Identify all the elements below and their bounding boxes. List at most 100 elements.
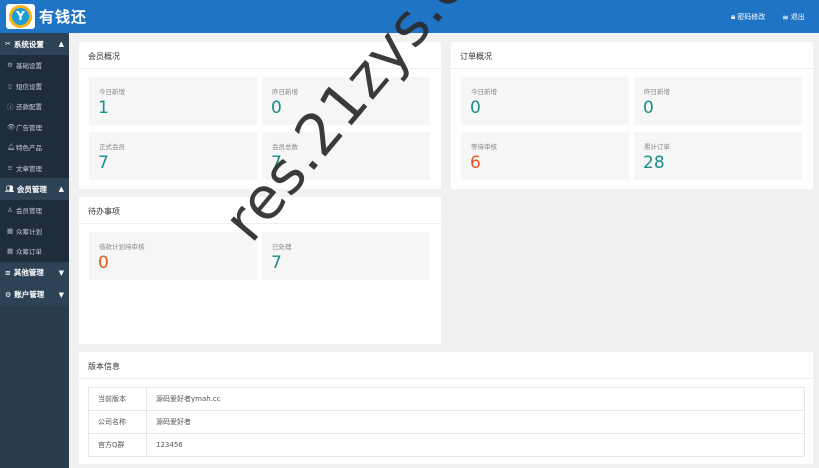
- sidebar-group-label: 系统设置: [13, 39, 44, 49]
- sidebar-group-account-management[interactable]: ⚙ 账户管理 ▼: [0, 283, 69, 306]
- stat-value: 0: [98, 253, 109, 273]
- stat-label: 累计订单: [644, 143, 670, 151]
- sidebar-item-label: 基础设置: [16, 62, 42, 71]
- sidebar-item-label: 广告管理: [16, 123, 42, 132]
- caret-down-icon: ▼: [58, 268, 64, 277]
- stat-label: 昨日新增: [644, 88, 670, 96]
- logout-link[interactable]: ≡ 退出: [782, 12, 805, 22]
- stat-value: 7: [98, 153, 109, 173]
- change-password-label: 密码修改: [737, 13, 766, 21]
- eye-icon: 👁︎: [7, 122, 16, 131]
- table-key: 当前版本: [88, 387, 147, 411]
- sidebar-item-crowdfunding-orders[interactable]: ▦ 众筹订单: [0, 241, 69, 262]
- sidebar-item-label: 特色产品: [16, 144, 42, 153]
- table-row: 当前版本 源码爱好者ymah.cc: [88, 387, 805, 411]
- table-key: 官方Q群: [88, 433, 147, 457]
- stat-value: 28: [643, 153, 665, 173]
- stat-card-today-new: 今日新增 1: [89, 77, 257, 125]
- sidebar-item-repayment-config[interactable]: ⓘ 还款配置: [0, 96, 69, 117]
- stat-label: 今日新增: [471, 88, 497, 96]
- users-icon: 👥︎: [5, 185, 14, 193]
- sidebar-group-system-settings[interactable]: ✂ 系统设置 ▲: [0, 33, 69, 55]
- divider: [79, 68, 441, 69]
- stat-value: 0: [643, 98, 654, 118]
- stat-value: 7: [271, 153, 282, 173]
- stat-card-loan-plan-pending[interactable]: 借款计划待审核 0: [89, 232, 257, 280]
- todo-panel: 待办事项 借款计划待审核 0 已处理 7: [79, 197, 441, 344]
- caret-down-icon: ▼: [58, 290, 64, 299]
- grid-icon: ▦: [7, 247, 14, 256]
- stat-card-total-members: 会员总数 7: [262, 132, 430, 180]
- app-title: 有钱还: [39, 8, 88, 26]
- stat-label: 已处理: [272, 243, 292, 251]
- stat-label: 正式会员: [99, 143, 125, 151]
- stat-card-today-new: 今日新增 0: [461, 77, 629, 125]
- logo-icon: [9, 5, 32, 28]
- sidebar-group-label: 其他管理: [13, 268, 44, 277]
- stat-card-pending-review: 等待审核 6: [461, 132, 629, 180]
- stat-value: 0: [470, 98, 481, 118]
- table-row: 官方Q群 123456: [88, 433, 805, 457]
- sidebar-item-article-management[interactable]: ≡ 文章管理: [0, 157, 69, 178]
- table-value: 源码爱好者: [146, 410, 805, 434]
- bell-icon: 🔔︎: [7, 143, 16, 152]
- gear-icon: ⚙: [7, 61, 13, 70]
- stat-value: 0: [271, 98, 282, 118]
- list-icon: ≡: [7, 163, 13, 172]
- tools-icon: ✂: [5, 40, 11, 48]
- stat-value: 7: [271, 253, 282, 273]
- sidebar-group-label: 会员管理: [16, 184, 47, 194]
- divider: [79, 378, 813, 379]
- sidebar-item-label: 还款配置: [16, 103, 42, 112]
- sidebar-item-sms-settings[interactable]: ▯ 短信设置: [0, 75, 69, 96]
- sidebar-item-label: 会员管理: [16, 207, 42, 216]
- sidebar-group-other-management[interactable]: ≡ 其他管理 ▼: [0, 261, 69, 284]
- table-key: 公司名称: [88, 410, 147, 434]
- gear-icon: ⚙: [5, 290, 12, 299]
- table-value: 源码爱好者ymah.cc: [146, 387, 805, 411]
- info-icon: ⓘ: [7, 103, 14, 112]
- sidebar-item-members[interactable]: ♙ 会员管理: [0, 200, 69, 221]
- sidebar-item-ad-management[interactable]: 👁︎ 广告管理: [0, 116, 69, 137]
- version-info-panel: 版本信息 当前版本 源码爱好者ymah.cc 公司名称 源码爱好者 官方Q群 1…: [79, 352, 813, 464]
- panel-title: 订单概况: [460, 52, 492, 61]
- app-logo[interactable]: [6, 4, 35, 29]
- table-value: 123456: [146, 433, 805, 457]
- change-password-link[interactable]: 🔒︎ 密码修改: [731, 12, 765, 22]
- panel-title: 版本信息: [88, 362, 120, 371]
- panel-title: 会员概况: [88, 52, 120, 61]
- table-row: 公司名称 源码爱好者: [88, 410, 805, 434]
- stat-card-processed[interactable]: 已处理 7: [262, 232, 430, 280]
- menu-icon: ≡: [5, 268, 11, 277]
- stat-card-official-members: 正式会员 7: [89, 132, 257, 180]
- stat-value: 6: [470, 153, 481, 173]
- member-overview-panel: 会员概况 今日新增 1 昨日新增 0 正式会员 7 会员总数 7: [79, 42, 441, 189]
- divider: [79, 223, 441, 224]
- sidebar-group-member-management[interactable]: 👥︎ 会员管理 ▲: [0, 178, 69, 200]
- logout-label: 退出: [790, 13, 805, 21]
- stat-label: 今日新增: [99, 88, 125, 96]
- sidebar-item-label: 短信设置: [16, 82, 42, 91]
- panel-title: 待办事项: [88, 207, 120, 216]
- menu-icon: ≡: [782, 12, 789, 22]
- stat-card-yesterday-new: 昨日新增 0: [634, 77, 802, 125]
- stat-card-yesterday-new: 昨日新增 0: [262, 77, 430, 125]
- top-header: 有钱还 🔒︎ 密码修改 ≡ 退出: [0, 0, 819, 33]
- sidebar-item-basic-settings[interactable]: ⚙ 基础设置: [0, 55, 69, 76]
- sidebar-item-featured-products[interactable]: 🔔︎ 特色产品: [0, 137, 69, 158]
- sidebar-item-label: 文章管理: [16, 164, 42, 173]
- user-icon: ♙: [7, 206, 13, 215]
- version-table: 当前版本 源码爱好者ymah.cc 公司名称 源码爱好者 官方Q群 123456: [88, 387, 805, 457]
- phone-icon: ▯: [8, 81, 12, 90]
- order-overview-panel: 订单概况 今日新增 0 昨日新增 0 等待审核 6 累计订单 28: [451, 42, 813, 189]
- sidebar-item-crowdfunding-plan[interactable]: ▦ 众筹计划: [0, 220, 69, 241]
- sidebar-item-label: 众筹计划: [16, 227, 42, 236]
- stat-card-total-orders: 累计订单 28: [634, 132, 802, 180]
- caret-up-icon: ▲: [58, 185, 64, 193]
- sidebar-item-label: 众筹订单: [16, 248, 42, 257]
- caret-up-icon: ▲: [58, 40, 64, 48]
- stat-label: 等待审核: [471, 143, 497, 151]
- stat-label: 昨日新增: [272, 88, 298, 96]
- stat-label: 借款计划待审核: [99, 243, 145, 251]
- sidebar-group-label: 账户管理: [14, 290, 45, 299]
